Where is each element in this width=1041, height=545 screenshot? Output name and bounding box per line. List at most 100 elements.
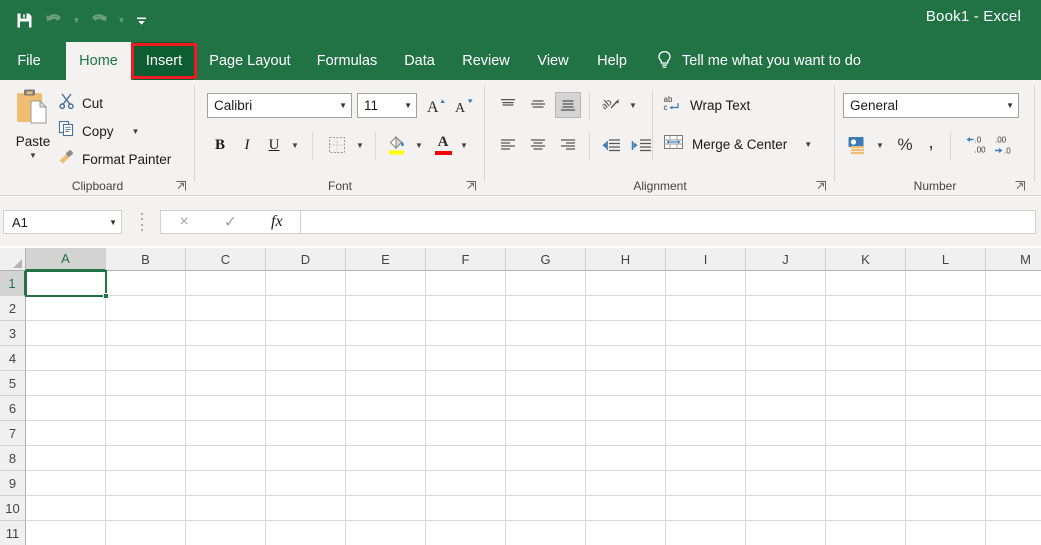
cell-F11[interactable]	[426, 521, 506, 545]
cell-F3[interactable]	[426, 321, 506, 346]
cell-H10[interactable]	[586, 496, 666, 521]
accounting-format-icon[interactable]	[844, 131, 872, 159]
cell-G6[interactable]	[506, 396, 586, 421]
cell-B2[interactable]	[106, 296, 186, 321]
cell-J8[interactable]	[746, 446, 826, 471]
column-header-k[interactable]: K	[826, 248, 906, 271]
name-box-chevron-down-icon[interactable]: ▼	[109, 218, 117, 227]
tab-page-layout[interactable]: Page Layout	[198, 42, 302, 80]
cell-J1[interactable]	[746, 271, 826, 296]
cell-J11[interactable]	[746, 521, 826, 545]
cell-H6[interactable]	[586, 396, 666, 421]
borders-icon[interactable]	[324, 132, 350, 158]
cell-G1[interactable]	[506, 271, 586, 296]
undo-dropdown-chevron-down-icon[interactable]: ▼	[70, 6, 83, 34]
formula-input[interactable]	[300, 210, 1036, 234]
row-header-6[interactable]: 6	[0, 396, 26, 421]
cell-F6[interactable]	[426, 396, 506, 421]
cell-E9[interactable]	[346, 471, 426, 496]
cell-D1[interactable]	[266, 271, 346, 296]
cell-J3[interactable]	[746, 321, 826, 346]
text-orientation-chevron-down-icon[interactable]: ▼	[625, 93, 641, 117]
cell-M4[interactable]	[986, 346, 1041, 371]
cell-G8[interactable]	[506, 446, 586, 471]
increase-font-size-icon[interactable]: A	[423, 94, 449, 118]
cell-J6[interactable]	[746, 396, 826, 421]
cell-E6[interactable]	[346, 396, 426, 421]
row-header-1[interactable]: 1	[0, 271, 26, 296]
align-top-icon[interactable]	[495, 93, 520, 117]
underline-chevron-down-icon[interactable]: ▼	[287, 132, 303, 158]
font-name-chevron-down-icon[interactable]: ▼	[335, 101, 347, 110]
fill-handle[interactable]	[103, 293, 109, 299]
tab-review[interactable]: Review	[452, 42, 520, 80]
cell-C7[interactable]	[186, 421, 266, 446]
cell-I9[interactable]	[666, 471, 746, 496]
column-header-d[interactable]: D	[266, 248, 346, 271]
tab-insert[interactable]: Insert	[134, 42, 194, 80]
cell-A11[interactable]	[26, 521, 106, 545]
number-dialog-launcher-icon[interactable]	[1015, 181, 1026, 192]
cell-A6[interactable]	[26, 396, 106, 421]
cell-H5[interactable]	[586, 371, 666, 396]
cell-B8[interactable]	[106, 446, 186, 471]
align-left-icon[interactable]	[495, 132, 520, 158]
save-icon[interactable]	[10, 6, 38, 34]
cell-F4[interactable]	[426, 346, 506, 371]
cell-E7[interactable]	[346, 421, 426, 446]
column-header-f[interactable]: F	[426, 248, 506, 271]
decrease-font-size-icon[interactable]: A	[451, 94, 477, 118]
merge-and-center-button[interactable]: Merge & Center ▼	[663, 133, 812, 156]
column-header-e[interactable]: E	[346, 248, 426, 271]
copy-button[interactable]: Copy ▼	[58, 120, 139, 142]
cell-L10[interactable]	[906, 496, 986, 521]
cell-F1[interactable]	[426, 271, 506, 296]
cell-M2[interactable]	[986, 296, 1041, 321]
cell-L5[interactable]	[906, 371, 986, 396]
select-all-corner-icon[interactable]	[0, 248, 26, 271]
font-dialog-launcher-icon[interactable]	[466, 181, 477, 192]
cell-L9[interactable]	[906, 471, 986, 496]
column-header-i[interactable]: I	[666, 248, 746, 271]
number-format-input[interactable]: General ▼	[843, 93, 1019, 118]
cell-C2[interactable]	[186, 296, 266, 321]
cell-I5[interactable]	[666, 371, 746, 396]
cell-D6[interactable]	[266, 396, 346, 421]
cell-J4[interactable]	[746, 346, 826, 371]
cell-E3[interactable]	[346, 321, 426, 346]
cell-L6[interactable]	[906, 396, 986, 421]
cell-I8[interactable]	[666, 446, 746, 471]
cell-H2[interactable]	[586, 296, 666, 321]
row-header-3[interactable]: 3	[0, 321, 26, 346]
cell-C6[interactable]	[186, 396, 266, 421]
decrease-decimal-icon[interactable]: .00 .0	[992, 131, 1024, 159]
font-color-chevron-down-icon[interactable]: ▼	[456, 132, 472, 158]
cell-K7[interactable]	[826, 421, 906, 446]
merge-and-center-chevron-down-icon[interactable]: ▼	[804, 140, 812, 149]
cell-I2[interactable]	[666, 296, 746, 321]
tab-home[interactable]: Home	[66, 42, 131, 80]
cell-C9[interactable]	[186, 471, 266, 496]
cell-C4[interactable]	[186, 346, 266, 371]
tab-file[interactable]: File	[8, 42, 50, 80]
cell-B10[interactable]	[106, 496, 186, 521]
cell-M6[interactable]	[986, 396, 1041, 421]
cell-M5[interactable]	[986, 371, 1041, 396]
cell-D9[interactable]	[266, 471, 346, 496]
row-header-9[interactable]: 9	[0, 471, 26, 496]
column-header-j[interactable]: J	[746, 248, 826, 271]
align-center-icon[interactable]	[525, 132, 550, 158]
paste-chevron-down-icon[interactable]: ▼	[29, 151, 37, 160]
borders-chevron-down-icon[interactable]: ▼	[352, 132, 368, 158]
cell-L2[interactable]	[906, 296, 986, 321]
align-right-icon[interactable]	[555, 132, 580, 158]
cell-A3[interactable]	[26, 321, 106, 346]
cancel-entry-close-icon[interactable]: ×	[164, 213, 204, 231]
cell-C11[interactable]	[186, 521, 266, 545]
cell-G7[interactable]	[506, 421, 586, 446]
font-size-chevron-down-icon[interactable]: ▼	[400, 101, 412, 110]
cell-M7[interactable]	[986, 421, 1041, 446]
font-color-icon[interactable]: A	[431, 130, 455, 158]
cell-A9[interactable]	[26, 471, 106, 496]
underline-icon[interactable]: U	[262, 132, 286, 158]
